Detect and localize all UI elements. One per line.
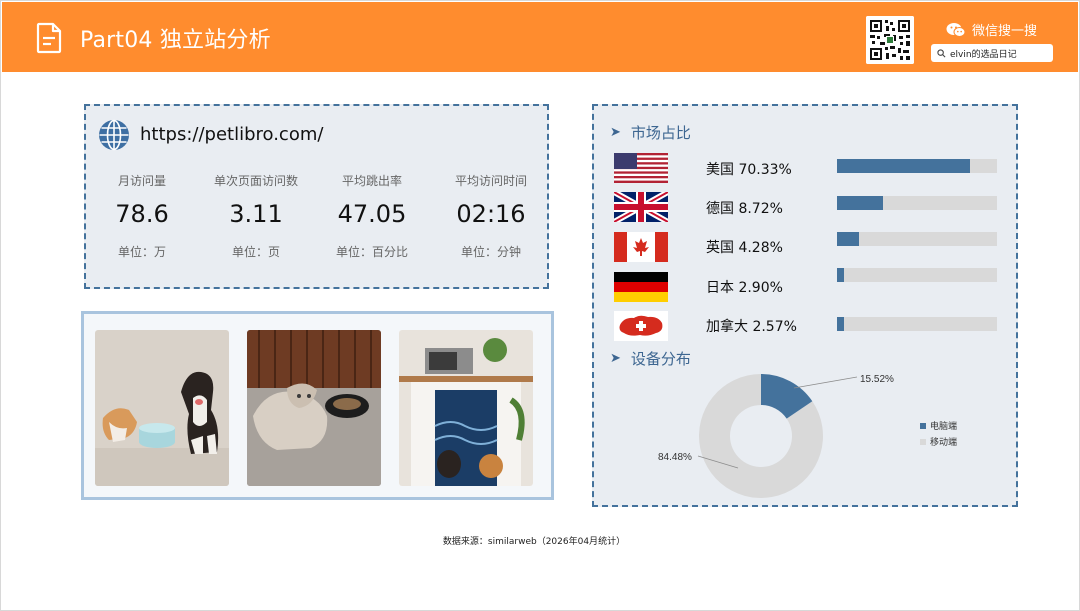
chevron-right-icon: ➤	[610, 125, 621, 140]
market-bar-track	[837, 159, 997, 173]
germany-flag-icon	[614, 272, 668, 302]
metric-value: 47.05	[337, 200, 407, 228]
wechat-label-text: 微信搜一搜	[972, 24, 1038, 39]
site-stats-panel: https://petlibro.com/ 月访问量 78.6 单位：万 单次页…	[84, 104, 549, 289]
market-bar-track	[837, 317, 997, 331]
market-share-heading: ➤ 市场占比	[610, 122, 691, 143]
legend-swatch	[920, 438, 926, 445]
market-share-title: 市场占比	[630, 124, 691, 142]
metric-unit: 单位：万	[117, 245, 166, 259]
legend-item-mobile: 移动端	[920, 435, 957, 448]
market-bar-fill	[837, 317, 845, 331]
cat-furniture-photo	[399, 330, 533, 486]
metric-unit: 单位：页	[231, 245, 280, 259]
legend-swatch	[920, 422, 926, 429]
cat-feeder-photo	[247, 330, 381, 486]
market-bar-fill	[837, 232, 860, 246]
country-label: 加拿大 2.57%	[706, 319, 797, 335]
metric-label: 单次页面访问数	[213, 174, 298, 188]
wechat-icon	[946, 22, 966, 37]
data-label-mobile: 84.48%	[658, 452, 692, 463]
search-icon	[937, 48, 946, 57]
us-flag-icon	[614, 153, 668, 183]
device-distribution-heading: ➤ 设备分布	[610, 348, 691, 369]
wechat-search-box[interactable]: elvin的选品日记	[931, 44, 1053, 62]
metric-pages-per-visit: 单次页面访问数 3.11 单位：页	[196, 172, 316, 260]
globe-icon	[99, 119, 129, 151]
market-bar-fill	[837, 196, 883, 210]
metric-unit: 单位：分钟	[460, 245, 521, 259]
country-label: 美国 70.33%	[706, 162, 792, 178]
device-distribution-title: 设备分布	[630, 350, 691, 368]
metric-label: 平均跳出率	[341, 174, 402, 188]
dog-pet-fountain-photo	[95, 330, 229, 486]
market-bar-track	[837, 268, 997, 282]
qr-code-icon	[866, 16, 914, 64]
legend-item-desktop: 电脑端	[920, 419, 957, 432]
site-url[interactable]: https://petlibro.com/	[140, 124, 323, 145]
document-icon	[36, 22, 62, 54]
canada-flag-icon	[614, 232, 668, 262]
metric-value: 3.11	[229, 200, 283, 228]
country-label: 德国 8.72%	[706, 201, 783, 217]
metric-unit: 单位：百分比	[335, 245, 408, 259]
market-bar-track	[837, 196, 997, 210]
device-legend: 电脑端 移动端	[920, 419, 957, 451]
uk-flag-icon	[614, 192, 668, 222]
wechat-search-label: 微信搜一搜	[946, 20, 1037, 39]
metric-value: 78.6	[115, 200, 169, 228]
market-bar-fill	[837, 268, 844, 282]
wechat-search-text: elvin的选品日记	[950, 49, 1017, 60]
metric-avg-visit-time: 平均访问时间 02:16 单位：分钟	[431, 172, 551, 260]
header-bar: Part04 独立站分析 微信搜一搜 elvin的选品日记	[2, 2, 1078, 72]
metric-bounce-rate: 平均跳出率 47.05 单位：百分比	[312, 172, 432, 260]
legend-label: 移动端	[930, 438, 958, 448]
legend-label: 电脑端	[930, 422, 958, 432]
market-bar-track	[837, 232, 997, 246]
product-images-panel	[81, 311, 554, 500]
country-label: 日本 2.90%	[706, 280, 783, 296]
chevron-right-icon: ➤	[610, 351, 621, 366]
switzerland-flag-icon	[614, 311, 668, 341]
data-label-desktop: 15.52%	[860, 374, 894, 385]
market-bar-fill	[837, 159, 970, 173]
metric-monthly-visits: 月访问量 78.6 单位：万	[82, 172, 202, 260]
market-panel: ➤ 市场占比 美国 70.33% 德国 8.72% 英国 4.28% 日本 2.…	[592, 104, 1018, 507]
leader-line-desktop	[793, 376, 858, 389]
country-label: 英国 4.28%	[706, 240, 783, 256]
page-title: Part04 独立站分析	[80, 28, 271, 53]
source-footnote: 数据来源：similarweb（2026年04月统计）	[442, 537, 626, 547]
metric-label: 月访问量	[117, 174, 166, 188]
metric-value: 02:16	[456, 200, 526, 228]
metric-label: 平均访问时间	[454, 174, 527, 188]
